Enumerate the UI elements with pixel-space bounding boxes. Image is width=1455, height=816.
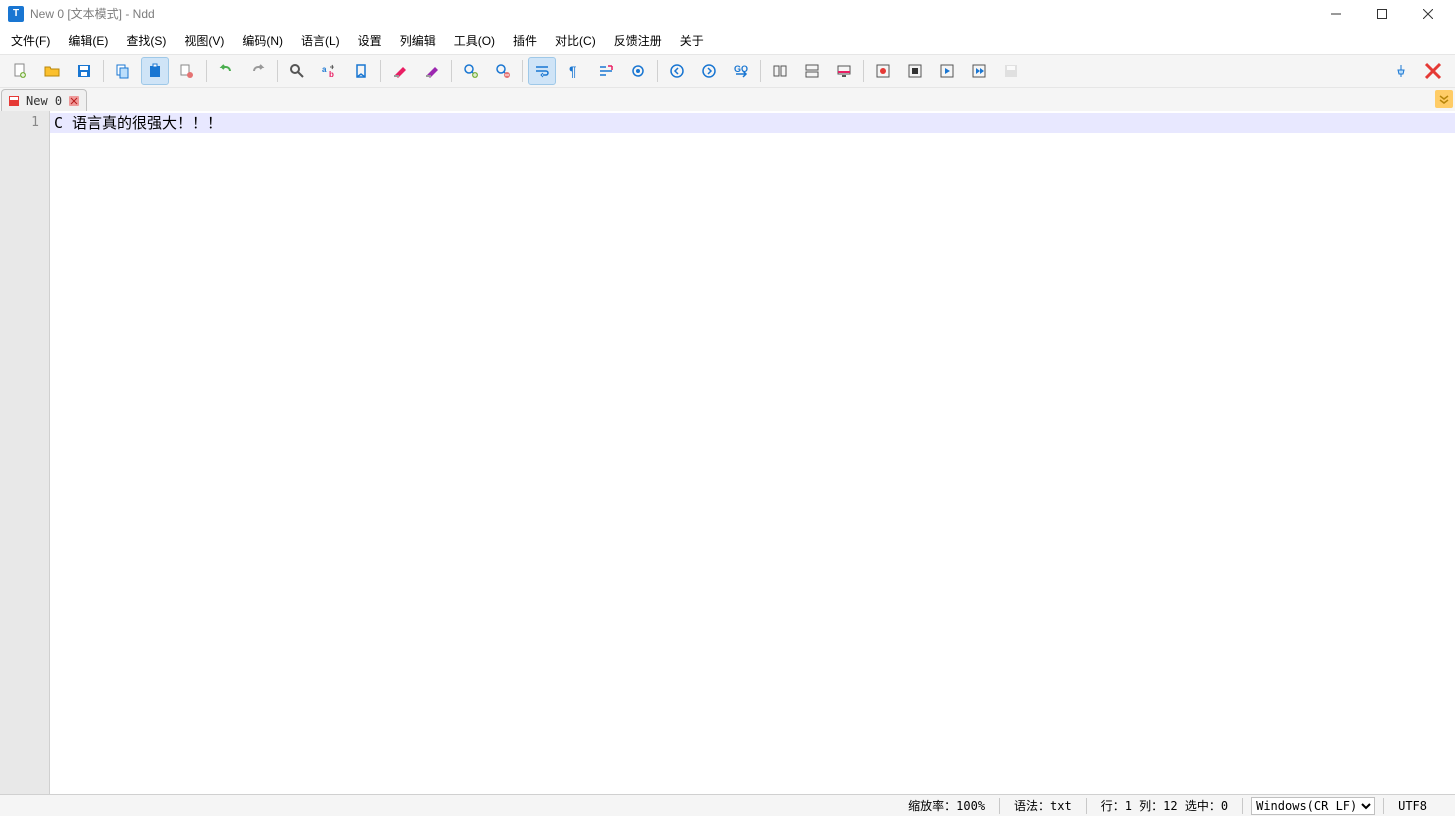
toolbar: ab ¶ GO xyxy=(0,54,1455,88)
svg-text:b: b xyxy=(329,70,334,79)
play-button[interactable] xyxy=(933,57,961,85)
word-wrap-button[interactable] xyxy=(528,57,556,85)
status-position: 行：1 列：12 选中：0 xyxy=(1095,797,1234,814)
cut-button[interactable] xyxy=(173,57,201,85)
menu-compare[interactable]: 对比(C) xyxy=(546,28,605,53)
copy-button[interactable] xyxy=(109,57,137,85)
menu-view[interactable]: 视图(V) xyxy=(175,28,233,53)
status-zoom: 缩放率：100% xyxy=(902,797,991,814)
next-button[interactable] xyxy=(695,57,723,85)
replace-button[interactable]: ab xyxy=(315,57,343,85)
app-icon: T xyxy=(8,6,24,22)
status-eol-select[interactable]: Windows(CR LF) Unix(LF) Mac(CR) xyxy=(1251,797,1375,815)
menu-file[interactable]: 文件(F) xyxy=(2,28,59,53)
stop-button[interactable] xyxy=(901,57,929,85)
svg-text:a: a xyxy=(322,65,327,74)
menu-plugins[interactable]: 插件 xyxy=(504,28,546,53)
show-symbols-button[interactable]: ¶ xyxy=(560,57,588,85)
line-number: 1 xyxy=(0,113,49,133)
menu-settings[interactable]: 设置 xyxy=(349,28,391,53)
minimize-button[interactable] xyxy=(1313,0,1359,27)
menu-column-edit[interactable]: 列编辑 xyxy=(391,28,445,53)
editor-content[interactable]: C 语言真的很强大！！！ xyxy=(50,111,1455,794)
record-button[interactable] xyxy=(869,57,897,85)
tab-modified-icon xyxy=(8,95,20,107)
clear-mark-button[interactable] xyxy=(386,57,414,85)
menu-language[interactable]: 语言(L) xyxy=(292,28,349,53)
status-encoding[interactable]: UTF8 xyxy=(1392,799,1433,813)
maximize-button[interactable] xyxy=(1359,0,1405,27)
menu-find[interactable]: 查找(S) xyxy=(117,28,175,53)
clear-all-button[interactable] xyxy=(418,57,446,85)
indent-button[interactable] xyxy=(592,57,620,85)
zoom-in-button[interactable] xyxy=(457,57,485,85)
status-bar: 缩放率：100% 语法：txt 行：1 列：12 选中：0 Windows(CR… xyxy=(0,794,1455,816)
editor-line[interactable]: C 语言真的很强大！！！ xyxy=(50,113,1455,133)
goto-button[interactable]: GO xyxy=(727,57,755,85)
close-button[interactable] xyxy=(1405,0,1451,27)
close-tab-button[interactable] xyxy=(1419,57,1447,85)
window-title: New 0 [文本模式] - Ndd xyxy=(30,5,155,22)
title-bar: T New 0 [文本模式] - Ndd xyxy=(0,0,1455,27)
menu-about[interactable]: 关于 xyxy=(671,28,713,53)
menu-edit[interactable]: 编辑(E) xyxy=(59,28,117,53)
split-horizontal-button[interactable] xyxy=(766,57,794,85)
svg-text:¶: ¶ xyxy=(569,63,577,79)
undo-button[interactable] xyxy=(212,57,240,85)
pin-button[interactable] xyxy=(1387,57,1415,85)
menu-feedback[interactable]: 反馈注册 xyxy=(605,28,671,53)
new-file-button[interactable] xyxy=(6,57,34,85)
open-file-button[interactable] xyxy=(38,57,66,85)
monitor-button[interactable] xyxy=(830,57,858,85)
menu-encoding[interactable]: 编码(N) xyxy=(233,28,292,53)
bookmark-button[interactable] xyxy=(347,57,375,85)
menu-bar: 文件(F) 编辑(E) 查找(S) 视图(V) 编码(N) 语言(L) 设置 列… xyxy=(0,27,1455,54)
redo-button[interactable] xyxy=(244,57,272,85)
status-syntax: 语法：txt xyxy=(1008,797,1078,814)
save-macro-button[interactable] xyxy=(997,57,1025,85)
zoom-out-button[interactable] xyxy=(489,57,517,85)
tab-bar: New 0 xyxy=(0,88,1455,111)
find-button[interactable] xyxy=(283,57,311,85)
settings-button[interactable] xyxy=(624,57,652,85)
tab-new0[interactable]: New 0 xyxy=(1,89,87,111)
tab-overflow-button[interactable] xyxy=(1435,90,1453,108)
prev-button[interactable] xyxy=(663,57,691,85)
menu-tools[interactable]: 工具(O) xyxy=(445,28,504,53)
tab-label: New 0 xyxy=(26,94,62,108)
save-button[interactable] xyxy=(70,57,98,85)
gutter: 1 xyxy=(0,111,50,794)
editor[interactable]: 1 C 语言真的很强大！！！ xyxy=(0,111,1455,794)
paste-button[interactable] xyxy=(141,57,169,85)
svg-text:GO: GO xyxy=(734,64,748,74)
split-vertical-button[interactable] xyxy=(798,57,826,85)
tab-close-icon[interactable] xyxy=(68,95,80,107)
play-fast-button[interactable] xyxy=(965,57,993,85)
